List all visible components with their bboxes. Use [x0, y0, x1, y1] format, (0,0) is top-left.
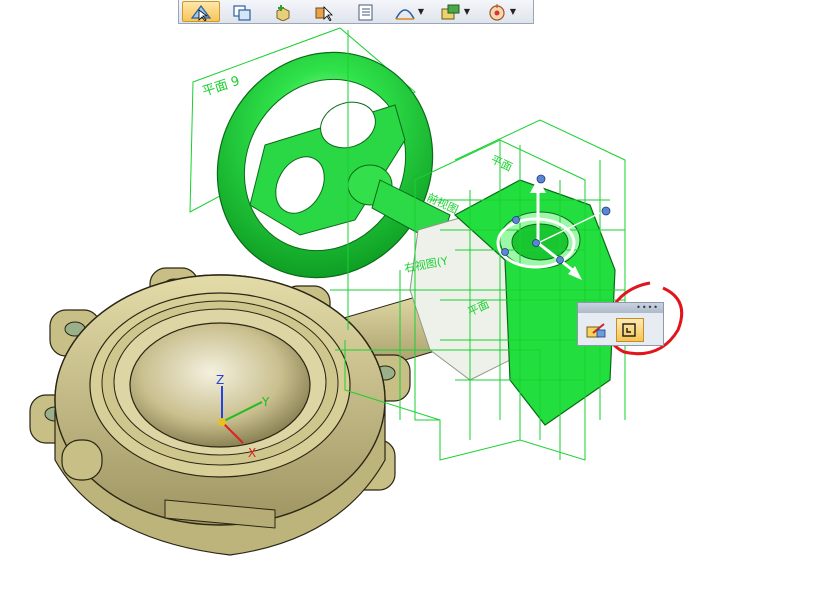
model-viewport[interactable]: Z Y X 平面 9 平面 前视图 右视图(Y 平面: [0, 0, 816, 595]
mini-toolbar: ••••: [577, 302, 664, 346]
edit-move-button[interactable]: [582, 318, 610, 342]
triad-y-label: Y: [261, 395, 270, 409]
plane-label-1: 平面: [489, 153, 514, 174]
plane-9-label: 平面 9: [201, 74, 242, 100]
face-relate-button[interactable]: [616, 318, 644, 342]
mini-toolbar-grip[interactable]: ••••: [578, 303, 663, 313]
face-relate-icon: [622, 323, 636, 337]
edit-move-icon: [586, 323, 606, 338]
grip-icon: ••••: [636, 303, 659, 312]
triad-z-label: Z: [216, 373, 224, 387]
triad-x-label: X: [248, 446, 256, 460]
